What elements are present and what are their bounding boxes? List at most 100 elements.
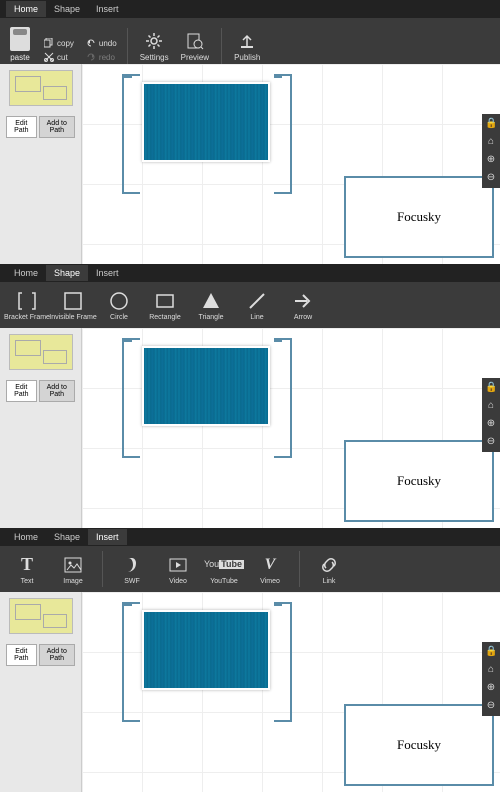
- tab-insert[interactable]: Insert: [88, 529, 127, 545]
- bracket-frame-button[interactable]: Bracket Frame: [4, 288, 50, 323]
- zoom-in-icon[interactable]: ⊕: [485, 154, 497, 166]
- lock-icon[interactable]: 🔒: [485, 646, 497, 658]
- copy-button[interactable]: copy: [40, 36, 78, 50]
- cut-icon: [44, 52, 54, 62]
- circle-icon: [108, 290, 130, 312]
- add-to-path-button[interactable]: Add to Path: [39, 644, 75, 666]
- invisible-icon: [62, 290, 84, 312]
- zoom-tools: 🔒 ⌂ ⊕ ⊖: [482, 642, 500, 716]
- undo-button[interactable]: undo: [82, 36, 121, 50]
- clipboard-icon: [10, 27, 30, 51]
- preview-button[interactable]: Preview: [175, 29, 215, 64]
- workspace: Edit Path Add to Path Focusky 🔒 ⌂ ⊕ ⊖: [0, 592, 500, 792]
- undo-icon: [86, 38, 96, 48]
- toolbar-home: paste copy cut undo redo Settings Previe…: [0, 18, 500, 64]
- edit-path-button[interactable]: Edit Path: [6, 380, 37, 402]
- tab-insert[interactable]: Insert: [88, 1, 127, 17]
- tab-shape[interactable]: Shape: [46, 529, 88, 545]
- video-icon: [167, 554, 189, 576]
- vimeo-icon: V: [259, 554, 281, 576]
- tab-insert[interactable]: Insert: [88, 265, 127, 281]
- image-button[interactable]: Image: [50, 552, 96, 587]
- redo-icon: [86, 52, 96, 62]
- zoom-out-icon[interactable]: ⊖: [485, 172, 497, 184]
- panel-shape: Home Shape Insert Bracket Frame Invisibl…: [0, 264, 500, 528]
- watermark-text: Focusky: [397, 209, 441, 225]
- edit-path-button[interactable]: Edit Path: [6, 644, 37, 666]
- tab-home[interactable]: Home: [6, 1, 46, 17]
- arrow-button[interactable]: Arrow: [280, 288, 326, 323]
- image-icon: [62, 554, 84, 576]
- sidebar: Edit Path Add to Path: [0, 592, 82, 792]
- triangle-button[interactable]: Triangle: [188, 288, 234, 323]
- rectangle-frame[interactable]: Focusky: [344, 704, 494, 786]
- text-icon: T: [16, 554, 38, 576]
- triangle-icon: [200, 290, 222, 312]
- slide-thumbnail[interactable]: [9, 598, 73, 634]
- edit-path-button[interactable]: Edit Path: [6, 116, 37, 138]
- rectangle-icon: [154, 290, 176, 312]
- canvas[interactable]: Focusky 🔒 ⌂ ⊕ ⊖: [82, 328, 500, 528]
- zoom-in-icon[interactable]: ⊕: [485, 682, 497, 694]
- panel-insert: Home Shape Insert TText Image SWF Video …: [0, 528, 500, 792]
- tab-home[interactable]: Home: [6, 265, 46, 281]
- toolbar-shape: Bracket Frame Invisible Frame Circle Rec…: [0, 282, 500, 328]
- slide-thumbnail[interactable]: [9, 70, 73, 106]
- circle-button[interactable]: Circle: [96, 288, 142, 323]
- zoom-tools: 🔒 ⌂ ⊕ ⊖: [482, 114, 500, 188]
- text-button[interactable]: TText: [4, 552, 50, 587]
- add-to-path-button[interactable]: Add to Path: [39, 116, 75, 138]
- youtube-button[interactable]: YouTubeYouTube: [201, 552, 247, 587]
- swf-button[interactable]: SWF: [109, 552, 155, 587]
- workspace: Edit Path Add to Path Focusky 🔒 ⌂ ⊕ ⊖: [0, 64, 500, 264]
- zoom-in-icon[interactable]: ⊕: [485, 418, 497, 430]
- zoom-out-icon[interactable]: ⊖: [485, 700, 497, 712]
- zoom-tools: 🔒 ⌂ ⊕ ⊖: [482, 378, 500, 452]
- sidebar: Edit Path Add to Path: [0, 328, 82, 528]
- workspace: Edit Path Add to Path Focusky 🔒 ⌂ ⊕ ⊖: [0, 328, 500, 528]
- youtube-icon: YouTube: [213, 554, 235, 576]
- video-button[interactable]: Video: [155, 552, 201, 587]
- cut-button[interactable]: cut: [40, 50, 78, 64]
- line-button[interactable]: Line: [234, 288, 280, 323]
- home-icon[interactable]: ⌂: [485, 400, 497, 412]
- panel-home: Home Shape Insert paste copy cut undo re…: [0, 0, 500, 264]
- image-object[interactable]: [142, 82, 270, 162]
- image-object[interactable]: [142, 610, 270, 690]
- slide-thumbnail[interactable]: [9, 334, 73, 370]
- home-icon[interactable]: ⌂: [485, 664, 497, 676]
- bracket-icon: [16, 290, 38, 312]
- toolbar-insert: TText Image SWF Video YouTubeYouTube VVi…: [0, 546, 500, 592]
- rectangle-button[interactable]: Rectangle: [142, 288, 188, 323]
- rectangle-frame[interactable]: Focusky: [344, 440, 494, 522]
- tab-bar: Home Shape Insert: [0, 0, 500, 18]
- zoom-out-icon[interactable]: ⊖: [485, 436, 497, 448]
- line-icon: [246, 290, 268, 312]
- canvas[interactable]: Focusky 🔒 ⌂ ⊕ ⊖: [82, 592, 500, 792]
- canvas[interactable]: Focusky 🔒 ⌂ ⊕ ⊖: [82, 64, 500, 264]
- rectangle-frame[interactable]: Focusky: [344, 176, 494, 258]
- publish-icon: [237, 31, 257, 51]
- copy-icon: [44, 38, 54, 48]
- tab-shape[interactable]: Shape: [46, 265, 88, 281]
- link-icon: [318, 554, 340, 576]
- sidebar: Edit Path Add to Path: [0, 64, 82, 264]
- swf-icon: [121, 554, 143, 576]
- paste-button[interactable]: paste: [4, 25, 36, 64]
- redo-button[interactable]: redo: [82, 50, 121, 64]
- add-to-path-button[interactable]: Add to Path: [39, 380, 75, 402]
- tab-home[interactable]: Home: [6, 529, 46, 545]
- publish-button[interactable]: Publish: [228, 29, 266, 64]
- lock-icon[interactable]: 🔒: [485, 382, 497, 394]
- vimeo-button[interactable]: VVimeo: [247, 552, 293, 587]
- image-object[interactable]: [142, 346, 270, 426]
- watermark-text: Focusky: [397, 473, 441, 489]
- link-button[interactable]: Link: [306, 552, 352, 587]
- tab-shape[interactable]: Shape: [46, 1, 88, 17]
- home-icon[interactable]: ⌂: [485, 136, 497, 148]
- lock-icon[interactable]: 🔒: [485, 118, 497, 130]
- settings-button[interactable]: Settings: [134, 29, 175, 64]
- gear-icon: [144, 31, 164, 51]
- invisible-frame-button[interactable]: Invisible Frame: [50, 288, 96, 323]
- arrow-icon: [292, 290, 314, 312]
